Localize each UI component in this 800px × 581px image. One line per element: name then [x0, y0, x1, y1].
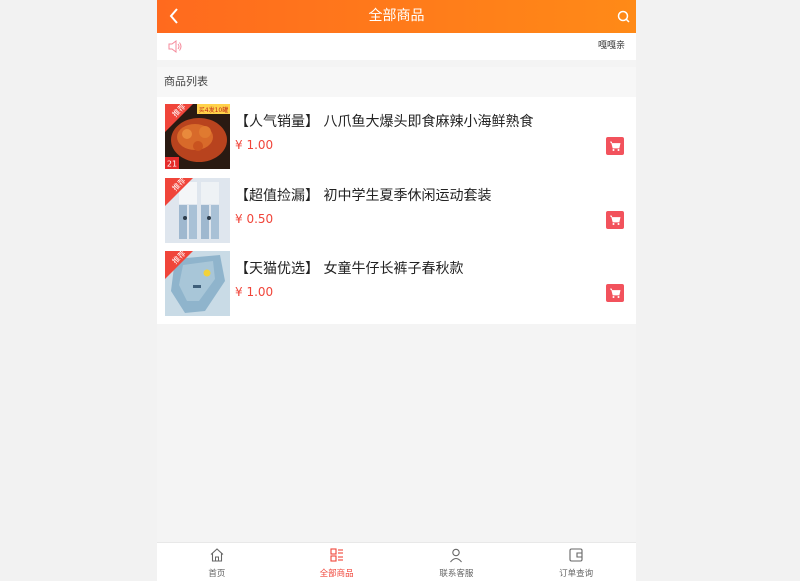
product-name[interactable]: 【人气销量】 八爪鱼大爆头即食麻辣小海鲜熟食: [235, 111, 533, 131]
product-image[interactable]: 推荐: [165, 251, 230, 316]
section-title: 商品列表: [157, 67, 636, 97]
wallet-icon: [569, 548, 583, 562]
add-to-cart-button[interactable]: [606, 284, 624, 302]
tab-order-lookup[interactable]: 订单查询: [516, 543, 636, 581]
add-to-cart-button[interactable]: [606, 137, 624, 155]
tab-customer-service[interactable]: 联系客服: [397, 543, 517, 581]
cart-icon: [610, 141, 621, 151]
tab-label: 首页: [208, 569, 226, 579]
product-item[interactable]: 买4发10罐 21 推荐 【人气销量】 八爪鱼大爆头即食麻辣小海鲜熟食 ¥ 1.…: [157, 97, 636, 170]
bottom-tab-bar: 首页 全部商品 联系客服 订单查询: [157, 542, 636, 581]
product-image[interactable]: 推荐: [165, 178, 230, 243]
cart-icon: [610, 215, 621, 225]
svg-text:21: 21: [167, 160, 177, 169]
notice-bar: 嘎嘎亲: [157, 33, 636, 60]
top-header: 全部商品: [157, 0, 636, 33]
speaker-icon: [168, 40, 182, 53]
home-icon: [210, 548, 224, 562]
product-name[interactable]: 【天猫优选】 女童牛仔长裤子春秋款: [235, 258, 463, 278]
cart-icon: [610, 288, 621, 298]
product-list: 买4发10罐 21 推荐 【人气销量】 八爪鱼大爆头即食麻辣小海鲜熟食 ¥ 1.…: [157, 97, 636, 324]
product-price: ¥ 1.00: [235, 285, 274, 299]
product-item[interactable]: 推荐 【超值捡漏】 初中学生夏季休闲运动套装 ¥ 0.50: [157, 171, 636, 244]
user-icon: [450, 548, 463, 563]
search-icon[interactable]: [616, 9, 632, 25]
tab-label: 联系客服: [439, 569, 474, 579]
grid-list-icon: [330, 548, 343, 562]
product-image[interactable]: 买4发10罐 21 推荐: [165, 104, 230, 169]
product-name[interactable]: 【超值捡漏】 初中学生夏季休闲运动套装: [235, 185, 491, 205]
add-to-cart-button[interactable]: [606, 211, 624, 229]
app-screen: 全部商品 嘎嘎亲 商品列表 买4发10罐 21 推荐 【人气销量】 八爪鱼大爆头…: [157, 0, 636, 581]
notice-text: 嘎嘎亲: [598, 41, 626, 51]
tab-all-products[interactable]: 全部商品: [277, 543, 397, 581]
svg-text:买4发10罐: 买4发10罐: [199, 106, 228, 114]
product-price: ¥ 0.50: [235, 212, 274, 226]
tab-label: 订单查询: [559, 569, 594, 579]
page-title: 全部商品: [368, 8, 425, 24]
tab-label: 全部商品: [319, 569, 354, 579]
tab-home[interactable]: 首页: [157, 543, 277, 581]
product-price: ¥ 1.00: [235, 138, 274, 152]
product-item[interactable]: 推荐 【天猫优选】 女童牛仔长裤子春秋款 ¥ 1.00: [157, 244, 636, 317]
